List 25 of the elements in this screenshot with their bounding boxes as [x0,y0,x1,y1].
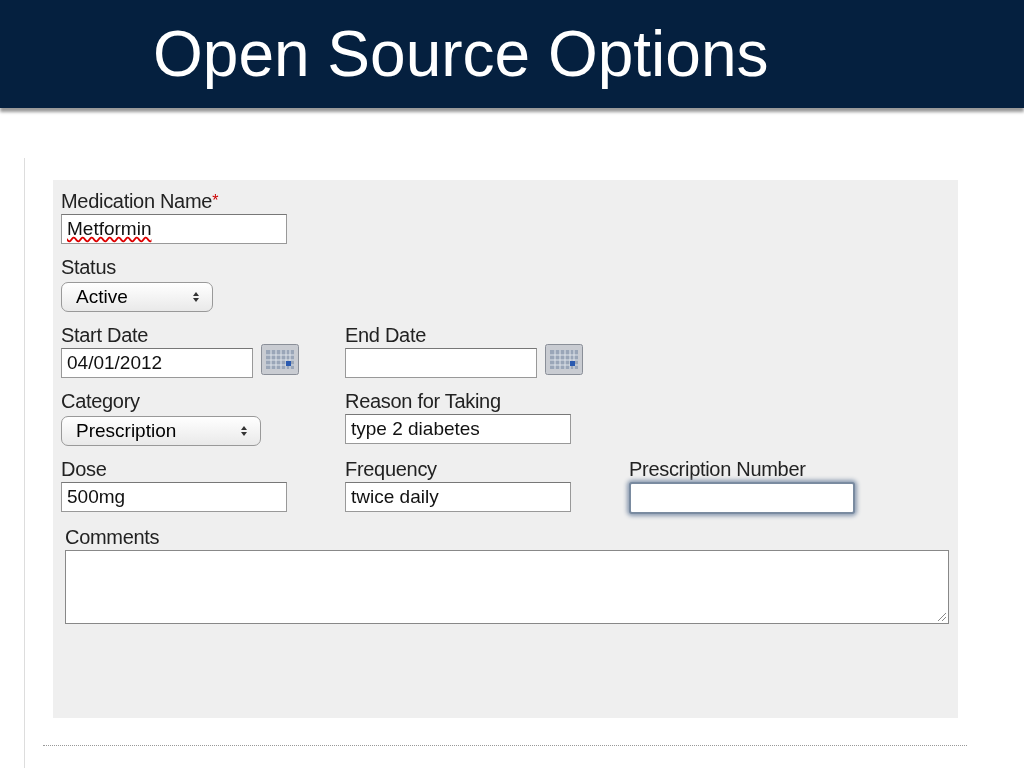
dropdown[interactable]: Active [61,282,213,312]
input-field[interactable] [629,482,855,514]
resize-grip-icon [935,610,947,622]
field-label: End Date [345,323,427,348]
field-label: Prescription Number [629,457,807,482]
input-field[interactable]: 04/01/2012 [61,348,253,378]
field-label: Start Date [61,323,150,348]
input-field[interactable]: 500mg [61,482,287,512]
updown-arrows-icon [240,425,249,437]
field-label: Status [61,255,117,280]
text-area[interactable] [65,550,949,624]
field-label: Reason for Taking [345,389,502,414]
input-field[interactable]: type 2 diabetes [345,414,571,444]
input-field[interactable] [345,348,537,378]
field-label: Category [61,389,141,414]
calendar-icon[interactable] [261,343,299,375]
field-label: Medication Name* [61,189,220,214]
input-field[interactable]: twice daily [345,482,571,512]
input-field[interactable]: Metformin [61,214,287,244]
calendar-icon[interactable] [545,343,583,375]
field-label: Dose [61,457,108,482]
field-label: Frequency [345,457,438,482]
updown-arrows-icon [191,291,200,303]
dropdown[interactable]: Prescription [61,416,262,446]
field-label: Comments [65,525,161,550]
